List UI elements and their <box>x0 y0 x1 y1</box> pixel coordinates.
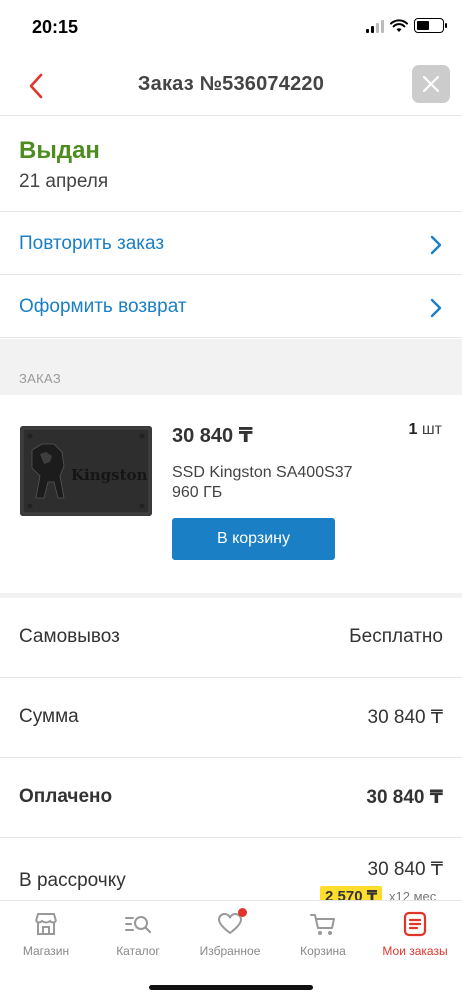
return-order-button[interactable]: Оформить возврат <box>0 276 462 338</box>
store-icon <box>35 913 57 935</box>
battery-icon <box>414 18 447 33</box>
page-title: Заказ №536074220 <box>137 73 325 95</box>
sum-row: Сумма 30 840 ₸ <box>0 678 462 758</box>
paid-label: Оплачено <box>19 786 113 807</box>
product-card: Kingston 30 840 ₸ 1 шт SSD Kingston SA40… <box>0 395 462 593</box>
product-name-line2: 960 ГБ <box>172 484 223 501</box>
installment-row: В рассрочку 30 840 ₸ 2 570 ₸ х12 мес <box>0 838 462 900</box>
bottom-tab-bar: Магазин Каталог Избранное Корзина Мои за… <box>0 900 462 1000</box>
battery-fill <box>417 21 429 30</box>
paid-value: 30 840 ₸ <box>366 787 443 808</box>
installment-term: х12 мес <box>389 889 437 900</box>
order-status: Выдан <box>19 137 100 164</box>
product-name-line1: SSD Kingston SA400S37 <box>172 464 353 481</box>
section-title: ЗАКАЗ <box>19 371 61 386</box>
add-to-cart-button[interactable]: В корзину <box>172 518 335 560</box>
repeat-order-button[interactable]: Повторить заказ <box>0 213 462 275</box>
home-indicator <box>149 985 313 990</box>
close-icon <box>422 75 440 93</box>
paid-row: Оплачено 30 840 ₸ <box>0 758 462 838</box>
status-bar: 20:15 <box>0 0 462 54</box>
cart-icon <box>310 914 335 935</box>
tab-cart[interactable]: Корзина <box>277 901 369 971</box>
chevron-right-icon <box>430 298 442 318</box>
quantity-unit: шт <box>421 421 442 438</box>
tab-my-orders[interactable]: Мои заказы <box>369 901 461 971</box>
tab-favorites[interactable]: Избранное <box>184 901 276 971</box>
tab-cart-label: Корзина <box>300 944 346 958</box>
status-icons <box>366 18 447 33</box>
favorites-notification-dot <box>238 908 247 917</box>
installment-label: В рассрочку <box>19 870 126 891</box>
tab-catalog-label: Каталог <box>116 944 160 958</box>
installment-value: 30 840 ₸ <box>367 859 443 880</box>
tab-my-orders-label: Мои заказы <box>382 944 448 958</box>
installment-monthly-badge: 2 570 ₸ <box>320 886 383 900</box>
order-date: 21 апреля <box>19 171 109 192</box>
sum-value: 30 840 ₸ <box>367 707 443 728</box>
quantity-value: 1 <box>408 421 418 438</box>
catalog-search-icon <box>125 916 152 934</box>
delivery-label: Самовывоз <box>19 626 120 647</box>
chevron-right-icon <box>430 235 442 255</box>
sum-label: Сумма <box>19 706 79 727</box>
close-button[interactable] <box>412 65 450 103</box>
status-time: 20:15 <box>32 17 79 37</box>
ssd-drive-illustration: Kingston <box>20 426 152 516</box>
product-image-brand: Kingston <box>71 466 148 484</box>
order-section-header: ЗАКАЗ <box>0 339 462 395</box>
product-image[interactable]: Kingston <box>20 426 152 516</box>
tab-store-label: Магазин <box>22 944 70 958</box>
tab-catalog[interactable]: Каталог <box>92 901 184 971</box>
orders-icon <box>403 911 427 937</box>
return-order-label: Оформить возврат <box>19 296 187 317</box>
repeat-order-label: Повторить заказ <box>19 233 165 254</box>
delivery-value: Бесплатно <box>349 626 443 647</box>
tab-favorites-label: Избранное <box>199 944 261 958</box>
signal-icon <box>366 19 384 33</box>
delivery-row: Самовывоз Бесплатно <box>0 598 462 678</box>
product-price: 30 840 ₸ <box>172 425 253 447</box>
header: Заказ №536074220 <box>0 56 462 116</box>
wifi-icon <box>390 18 408 32</box>
tab-store[interactable]: Магазин <box>0 901 92 971</box>
product-name[interactable]: SSD Kingston SA400S37 960 ГБ <box>172 463 372 503</box>
order-status-block: Выдан 21 апреля <box>0 117 462 212</box>
product-quantity: 1 шт <box>408 421 442 439</box>
